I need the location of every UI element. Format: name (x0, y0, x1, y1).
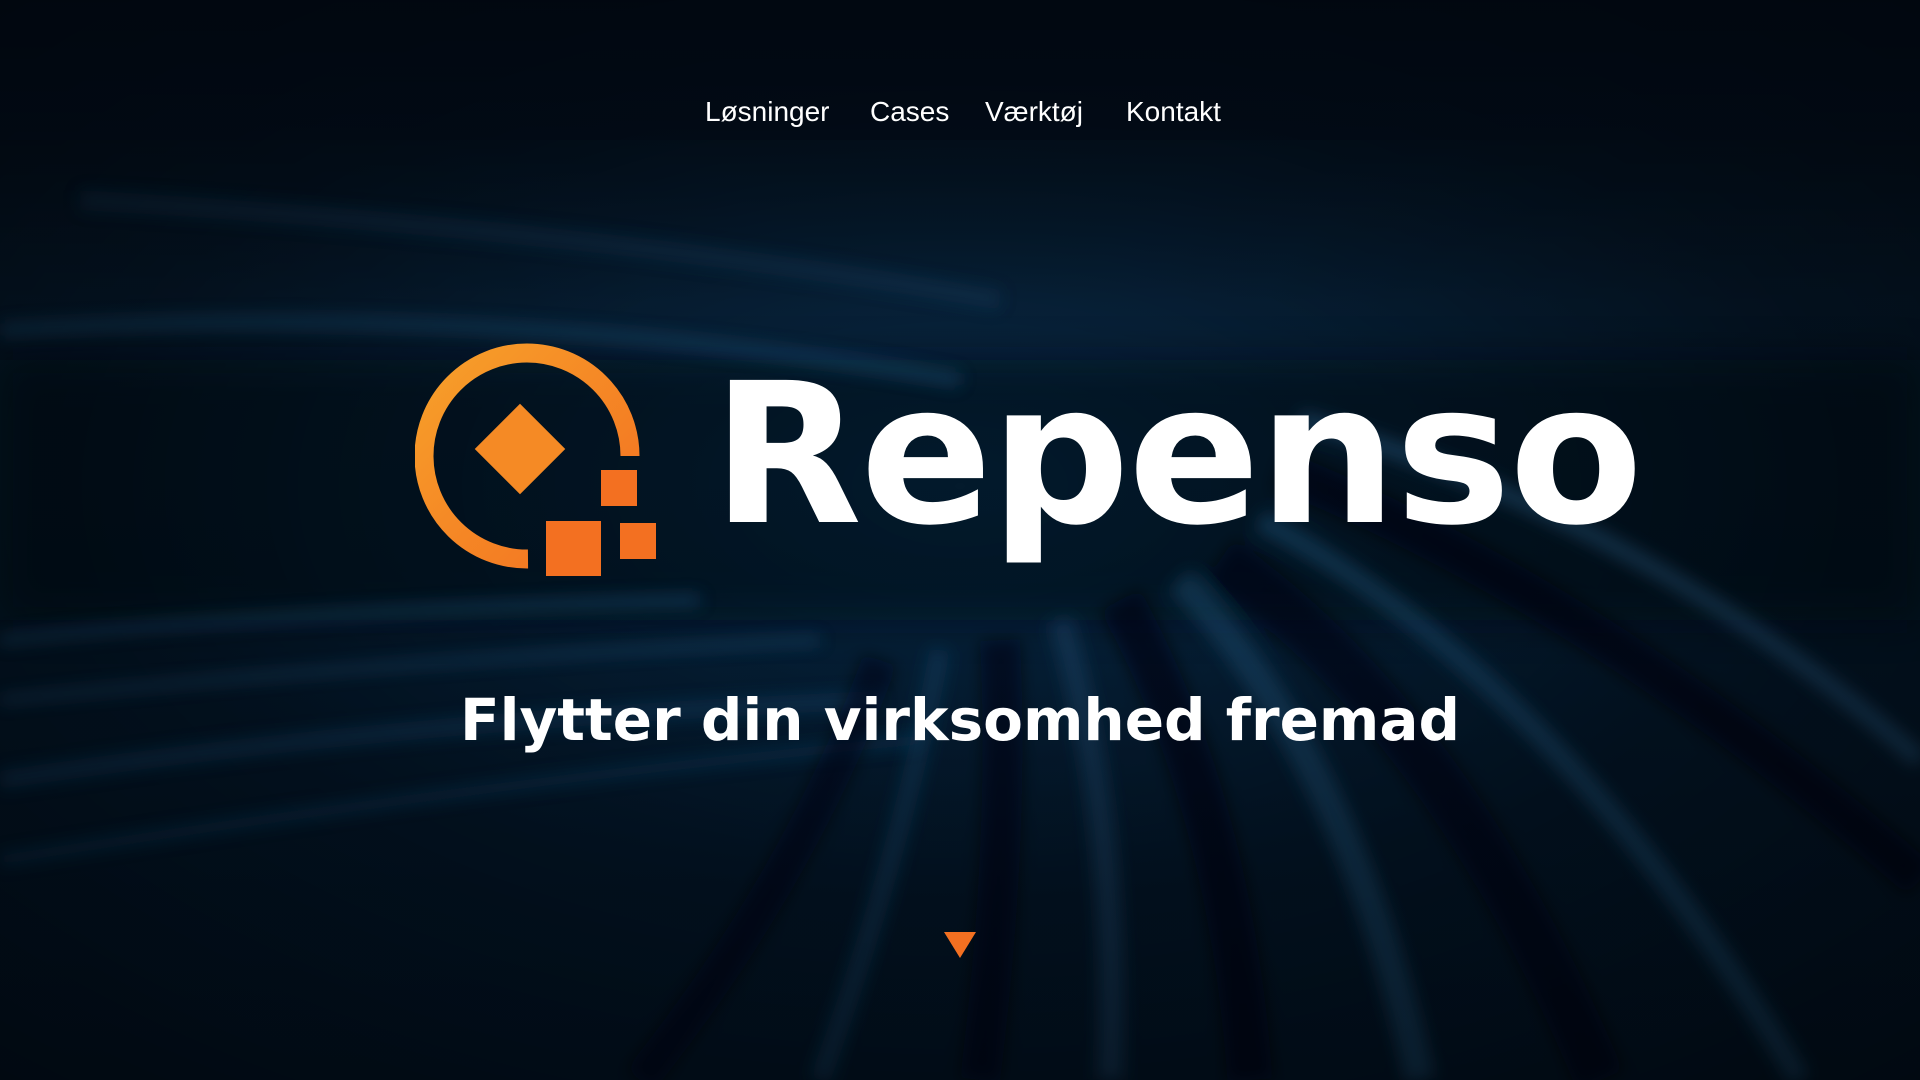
hero-section: Løsninger Cases Værktøj Kontakt Repenso … (0, 0, 1920, 1080)
hero-tagline: Flytter din virksomhed fremad (459, 686, 1461, 754)
nav-item-losninger[interactable]: Løsninger (705, 90, 830, 134)
nav-item-kontakt[interactable]: Kontakt (1126, 90, 1221, 134)
repenso-logo-icon (415, 343, 656, 576)
nav-item-vaerktoj[interactable]: Værktøj (985, 90, 1083, 134)
main-nav: Løsninger Cases Værktøj Kontakt (0, 90, 1920, 134)
brand-wordmark: Repenso (712, 341, 1643, 568)
triangle-down-icon[interactable] (944, 932, 976, 958)
nav-item-cases[interactable]: Cases (870, 90, 949, 134)
